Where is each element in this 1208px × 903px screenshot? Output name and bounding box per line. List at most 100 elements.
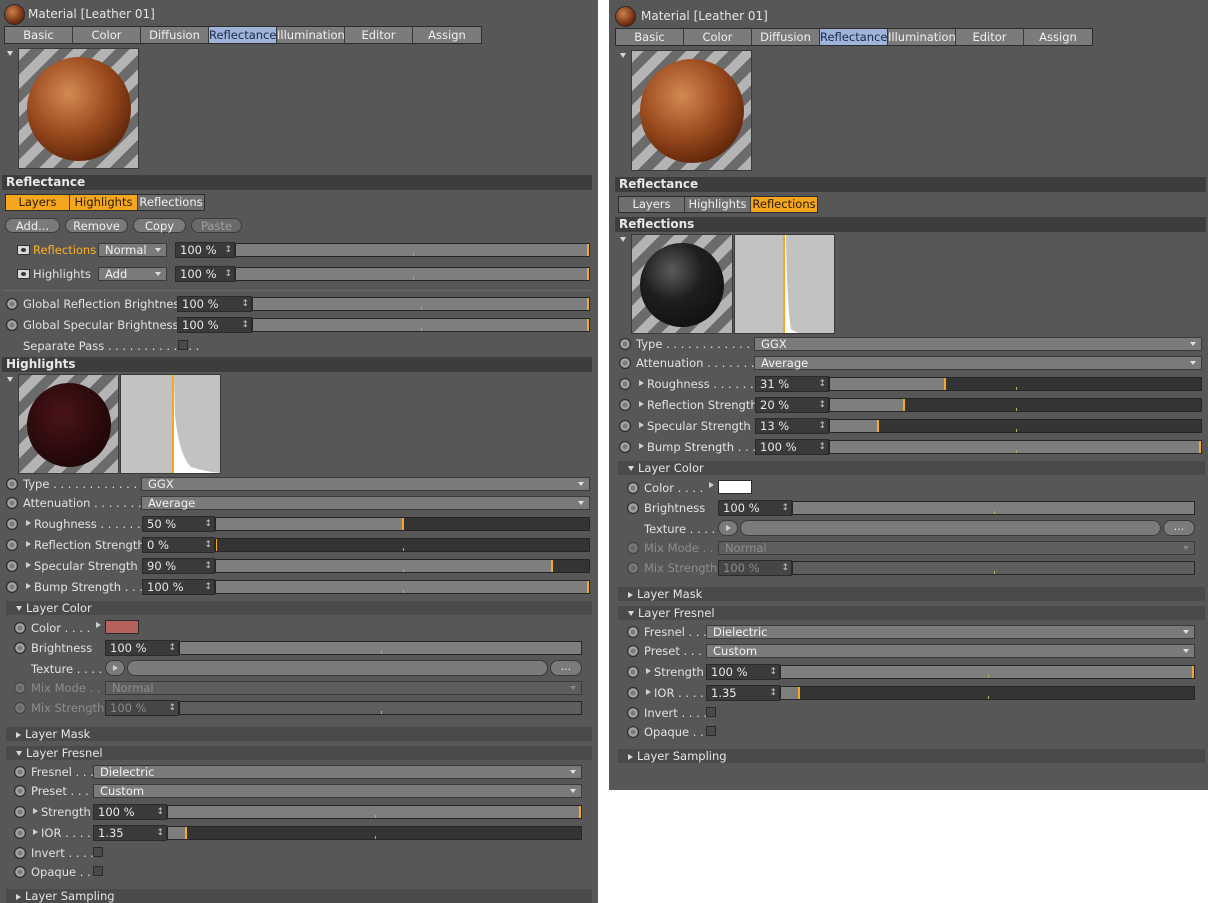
tab-editor[interactable]: Editor <box>956 29 1024 45</box>
param-field[interactable]: 31 % <box>755 376 829 392</box>
triangle-expand-icon[interactable] <box>26 541 31 547</box>
slider-handle[interactable] <box>944 378 946 390</box>
opaque-checkbox[interactable] <box>706 726 716 736</box>
texture-field[interactable] <box>740 520 1161 536</box>
brightness-slider[interactable] <box>179 641 582 655</box>
eye-icon[interactable] <box>17 245 30 255</box>
layer-opacity-field[interactable]: 100 % <box>175 242 235 258</box>
param-field[interactable]: 100 % <box>755 439 829 455</box>
group-layer-mask[interactable]: Layer Mask <box>6 727 592 741</box>
subtab-highlights[interactable]: Highlights <box>70 195 138 210</box>
param-slider[interactable] <box>215 538 590 552</box>
tab-reflectance[interactable]: Reflectance <box>209 27 277 43</box>
layer-name-highlights[interactable]: Highlights <box>33 267 91 281</box>
attenuation-select[interactable]: Average <box>141 496 590 510</box>
radio-icon[interactable] <box>14 785 26 797</box>
fresnel-select[interactable]: Dielectric <box>93 765 582 779</box>
collapse-preview-icon[interactable] <box>7 51 13 56</box>
triangle-expand-icon[interactable] <box>639 443 644 449</box>
param-field[interactable]: 90 % <box>142 558 215 574</box>
slider-handle[interactable] <box>216 539 217 551</box>
triangle-expand-icon[interactable] <box>639 422 644 428</box>
group-layer-sampling[interactable]: Layer Sampling <box>6 889 592 903</box>
tab-reflectance[interactable]: Reflectance <box>820 29 888 45</box>
color-swatch[interactable] <box>718 480 752 494</box>
tab-illumination[interactable]: Illumination <box>888 29 956 45</box>
param-slider[interactable] <box>829 377 1202 391</box>
triangle-expand-icon[interactable] <box>26 562 31 568</box>
layer-opacity-slider[interactable] <box>235 243 590 257</box>
texture-browse-button[interactable]: ... <box>550 660 582 676</box>
param-slider[interactable] <box>829 440 1202 454</box>
slider-handle[interactable] <box>587 581 589 593</box>
remove-layer-button[interactable]: Remove <box>65 218 128 233</box>
triangle-expand-icon[interactable] <box>646 668 651 674</box>
triangle-expand-icon[interactable] <box>639 380 644 386</box>
radio-icon[interactable] <box>6 497 18 509</box>
type-select[interactable]: GGX <box>141 477 590 491</box>
group-layer-sampling[interactable]: Layer Sampling <box>618 749 1205 763</box>
tab-basic[interactable]: Basic <box>616 29 684 45</box>
invert-checkbox[interactable] <box>706 707 716 717</box>
group-layer-fresnel[interactable]: Layer Fresnel <box>618 606 1205 620</box>
layer-opacity-slider[interactable] <box>235 267 590 281</box>
subtab-layers[interactable]: Layers <box>619 197 685 212</box>
texture-play-button[interactable] <box>718 520 738 536</box>
param-field[interactable]: 13 % <box>755 418 829 434</box>
copy-layer-button[interactable]: Copy <box>133 218 186 233</box>
separate-pass-checkbox[interactable] <box>178 340 188 350</box>
brightness-slider[interactable] <box>792 501 1195 515</box>
strength-field[interactable]: 100 % <box>93 804 167 820</box>
radio-icon[interactable] <box>6 539 18 551</box>
radio-icon[interactable] <box>619 441 631 453</box>
layer-name-reflections[interactable]: Reflections <box>33 243 96 257</box>
param-slider[interactable] <box>215 559 590 573</box>
global-specular-field[interactable]: 100 % <box>177 317 252 333</box>
global-reflection-field[interactable]: 100 % <box>177 296 252 312</box>
tab-basic[interactable]: Basic <box>5 27 73 43</box>
brightness-field[interactable]: 100 % <box>718 500 792 516</box>
group-layer-fresnel[interactable]: Layer Fresnel <box>6 746 592 760</box>
group-layer-color[interactable]: Layer Color <box>6 601 592 615</box>
param-field[interactable]: 20 % <box>755 397 829 413</box>
subtab-layers[interactable]: Layers <box>6 195 70 210</box>
fresnel-select[interactable]: Dielectric <box>706 625 1195 639</box>
param-slider[interactable] <box>215 517 590 531</box>
tab-diffusion[interactable]: Diffusion <box>141 27 209 43</box>
texture-play-button[interactable] <box>105 660 125 676</box>
subtab-reflections[interactable]: Reflections <box>138 195 204 210</box>
radio-icon[interactable] <box>619 399 631 411</box>
radio-icon[interactable] <box>627 502 639 514</box>
param-slider[interactable] <box>215 580 590 594</box>
type-select[interactable]: GGX <box>754 337 1202 351</box>
slider-handle[interactable] <box>550 560 553 572</box>
subtab-highlights[interactable]: Highlights <box>685 197 751 212</box>
radio-icon[interactable] <box>6 560 18 572</box>
triangle-expand-icon[interactable] <box>646 689 651 695</box>
opaque-checkbox[interactable] <box>93 866 103 876</box>
collapse-preview-icon[interactable] <box>7 377 13 382</box>
layer-blend-select[interactable]: Normal <box>98 243 167 257</box>
radio-icon[interactable] <box>14 642 26 654</box>
radio-icon[interactable] <box>14 866 26 878</box>
radio-icon[interactable] <box>627 645 639 657</box>
add-layer-button[interactable]: Add... <box>5 218 60 233</box>
radio-icon[interactable] <box>14 766 26 778</box>
color-expand-icon[interactable] <box>709 482 714 488</box>
slider-handle[interactable] <box>1199 441 1201 453</box>
radio-icon[interactable] <box>627 687 639 699</box>
param-slider[interactable] <box>829 419 1202 433</box>
global-specular-slider[interactable] <box>252 318 590 332</box>
attenuation-select[interactable]: Average <box>754 356 1202 370</box>
radio-icon[interactable] <box>627 626 639 638</box>
triangle-expand-icon[interactable] <box>639 401 644 407</box>
tab-diffusion[interactable]: Diffusion <box>752 29 820 45</box>
tab-color[interactable]: Color <box>684 29 752 45</box>
triangle-expand-icon[interactable] <box>33 829 38 835</box>
ior-slider[interactable] <box>780 686 1195 700</box>
color-expand-icon[interactable] <box>96 622 101 628</box>
radio-icon[interactable] <box>6 518 18 530</box>
brightness-field[interactable]: 100 % <box>105 640 179 656</box>
paste-layer-button[interactable]: Paste <box>191 218 242 233</box>
radio-icon[interactable] <box>619 357 631 369</box>
